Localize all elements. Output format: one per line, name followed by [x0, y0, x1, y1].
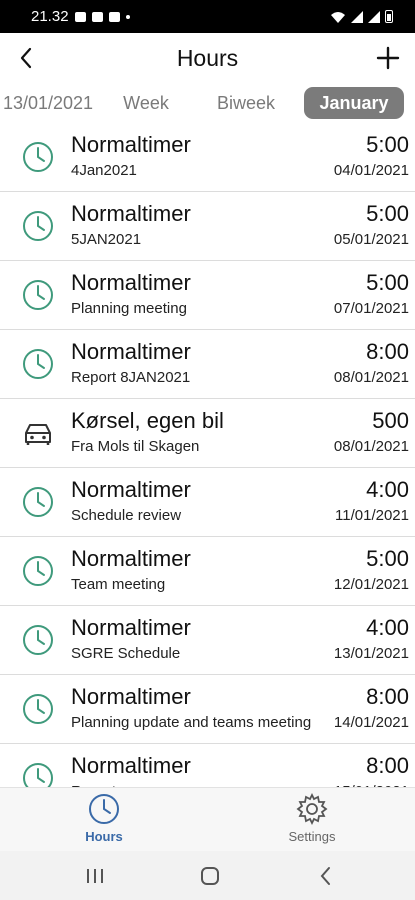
entry-value: 5:00 [366, 546, 409, 571]
entry-subtitle: Team meeting [71, 576, 166, 593]
list-item[interactable]: Normaltimer Team meeting 5:00 12/01/2021 [0, 537, 415, 606]
entry-title: Kørsel, egen bil [71, 408, 224, 433]
more-notifications-icon [125, 14, 130, 19]
entry-date: 13/01/2021 [331, 645, 409, 662]
period-tabs: 13/01/2021 Week Biweek January [0, 83, 415, 123]
gear-icon [296, 792, 328, 826]
entry-title: Normaltimer [71, 546, 191, 571]
status-bar: 21.32 [0, 0, 415, 33]
entry-subtitle: Planning update and teams meeting [71, 714, 312, 731]
nav-settings[interactable]: Settings [272, 792, 352, 844]
page-title: Hours [176, 45, 239, 71]
list-item[interactable]: NormaltimerReport8:0015/01/2021 [0, 744, 415, 787]
battery-icon [385, 10, 393, 23]
app-notification-icon [108, 11, 120, 22]
add-button[interactable] [373, 43, 403, 73]
entry-subtitle: Fra Mols til Skagen [71, 438, 200, 455]
clock-icon [89, 794, 119, 824]
eye-notification-icon [91, 11, 103, 22]
entry-value: 4:00 [366, 615, 409, 640]
signal-icon [351, 10, 363, 23]
hours-list: Normaltimer 4Jan2021 5:00 04/01/2021 Normalt… [0, 123, 415, 787]
entry-subtitle: Schedule review [71, 507, 182, 524]
entry-title: Normaltimer [71, 339, 191, 364]
entry-title: Normaltimer [71, 753, 191, 778]
nav-hours-label: Hours [85, 829, 123, 844]
system-back-button[interactable] [313, 863, 339, 889]
entry-subtitle: Planning meeting [71, 300, 187, 317]
nav-settings-label: Settings [288, 829, 336, 844]
wifi-icon [331, 11, 345, 23]
gallery-notification-icon [74, 11, 86, 22]
entry-title: Normaltimer [71, 201, 191, 226]
list-item[interactable]: Normaltimer 5JAN2021 5:00 05/01/2021 [0, 192, 415, 261]
nav-hours[interactable]: Hours [64, 792, 144, 844]
entry-date: 12/01/2021 [331, 576, 409, 593]
entry-value: 8:00 [366, 753, 409, 778]
clock-icon [23, 694, 53, 724]
clock-icon [23, 556, 53, 586]
list-item[interactable]: Normaltimer Report 8JAN2021 8:00 08/01/2021 [0, 330, 415, 399]
clock-icon [23, 625, 53, 655]
list-item[interactable]: Normaltimer Planning meeting 5:00 07/01/202… [0, 261, 415, 330]
list-item[interactable]: Normaltimer Planning update and teams mee… [0, 675, 415, 744]
entry-date: 04/01/2021 [331, 162, 409, 179]
entry-date: 11/01/2021 [333, 507, 409, 524]
entry-title: Normaltimer [71, 615, 191, 640]
list-item[interactable]: Normaltimer Schedule review 4:00 11/01/2021 [0, 468, 415, 537]
clock-icon [23, 280, 53, 310]
entry-value: 5:00 [366, 132, 409, 157]
entry-value: 8:00 [366, 339, 409, 364]
clock-icon [23, 142, 53, 172]
clock-icon [23, 211, 53, 241]
entry-title: Normaltimer [71, 132, 191, 157]
entry-value: 4:00 [366, 477, 409, 502]
tab-biweek[interactable]: Biweek [188, 93, 304, 114]
list-item[interactable]: Normaltimer SGRE Schedule 4:00 13/01/2021 [0, 606, 415, 675]
entry-subtitle: SGRE Schedule [71, 645, 181, 662]
tab-month-active[interactable]: January [304, 87, 404, 119]
clock-icon [23, 487, 53, 517]
car-icon [25, 424, 51, 445]
entry-value: 8:00 [366, 684, 409, 709]
entry-date: 07/01/2021 [331, 300, 409, 317]
entry-date: 08/01/2021 [331, 369, 409, 386]
entry-title: Normaltimer [71, 684, 191, 709]
entry-subtitle: Report 8JAN2021 [71, 369, 191, 386]
status-left: 21.32 [31, 8, 130, 25]
clock-icon [23, 349, 53, 379]
tab-week[interactable]: Week [104, 93, 188, 114]
clock-icon [23, 763, 53, 787]
tab-date[interactable]: 13/01/2021 [0, 93, 104, 114]
home-button[interactable] [197, 863, 223, 889]
entry-date: 14/01/2021 [331, 714, 409, 731]
signal-2-icon [368, 10, 380, 23]
entry-subtitle: 4Jan2021 [71, 162, 137, 179]
status-time: 21.32 [31, 8, 69, 25]
entry-date: 08/01/2021 [331, 438, 409, 455]
list-item[interactable]: Normaltimer 4Jan2021 5:00 04/01/2021 [0, 123, 415, 192]
list-item[interactable]: Kørsel, egen bil Fra Mols til Skagen 500 08… [0, 399, 415, 468]
entry-value: 5:00 [366, 270, 409, 295]
bottom-nav: Hours Settings [0, 787, 415, 851]
app-header: Hours [0, 33, 415, 83]
entry-title: Normaltimer [71, 477, 191, 502]
entry-subtitle: 5JAN2021 [71, 231, 142, 248]
status-right [330, 10, 393, 23]
system-nav-bar [0, 851, 415, 900]
entry-date: 05/01/2021 [331, 231, 409, 248]
entry-value: 500 [372, 408, 409, 433]
entry-title: Normaltimer [71, 270, 191, 295]
entry-value: 5:00 [366, 201, 409, 226]
recent-apps-button[interactable] [82, 863, 108, 889]
